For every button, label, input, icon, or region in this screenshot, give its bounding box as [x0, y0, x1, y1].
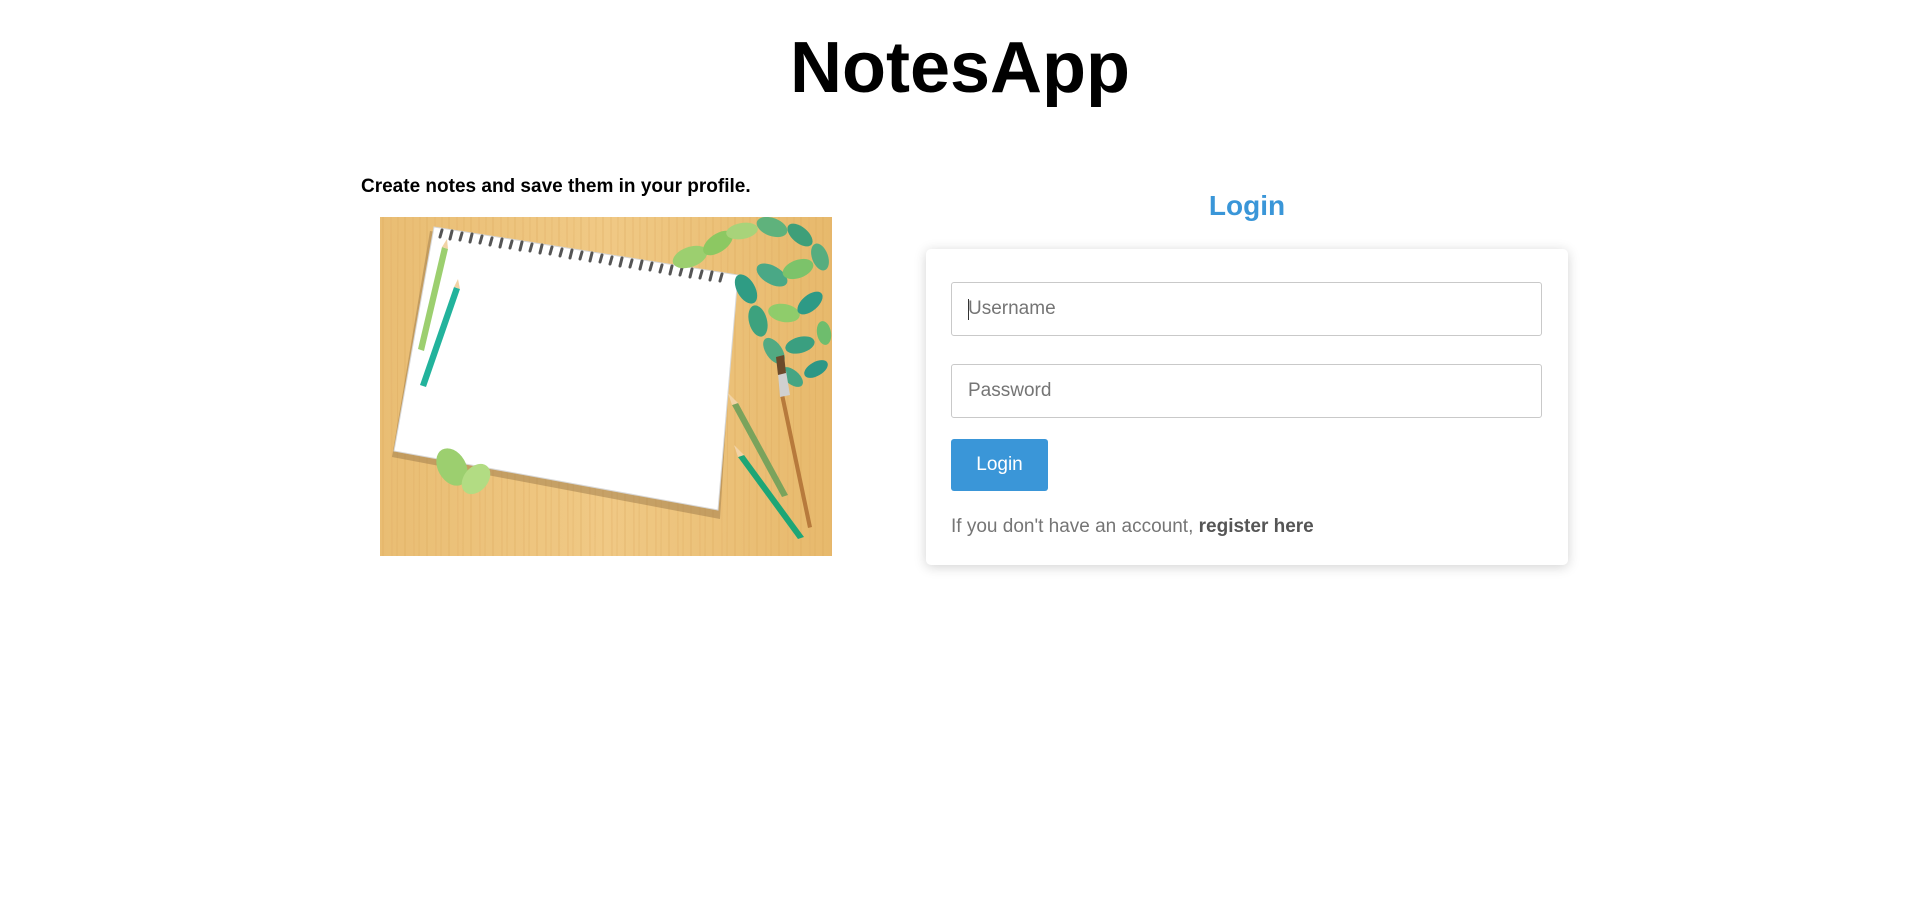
app-title: NotesApp	[790, 28, 1130, 108]
tagline: Create notes and save them in your profi…	[361, 176, 751, 197]
login-form: Login If you don't have an account, regi…	[926, 249, 1568, 565]
notebook-illustration-svg	[380, 217, 832, 556]
register-link[interactable]: register here	[1199, 516, 1314, 537]
notebook-illustration	[380, 217, 832, 556]
login-heading: Login	[1208, 190, 1286, 221]
password-input[interactable]	[951, 364, 1542, 418]
username-input[interactable]	[951, 282, 1542, 336]
text-cursor	[968, 299, 969, 320]
login-button[interactable]: Login	[951, 439, 1048, 491]
register-prompt-text: If you don't have an account,	[951, 516, 1199, 537]
login-page: NotesApp Create notes and save them in y…	[0, 0, 1920, 900]
register-prompt: If you don't have an account, register h…	[951, 516, 1314, 538]
